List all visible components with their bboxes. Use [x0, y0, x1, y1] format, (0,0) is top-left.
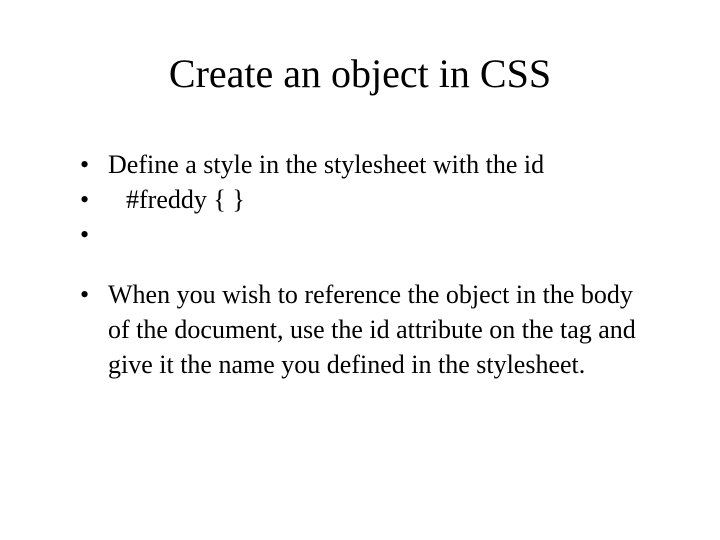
- slide-title: Create an object in CSS: [60, 50, 660, 97]
- bullet-text: Define a style in the stylesheet with th…: [108, 150, 544, 179]
- bullet-text: #freddy { }: [108, 182, 245, 217]
- bullet-item-2: #freddy { }: [80, 182, 660, 217]
- bullet-item-3: When you wish to reference the object in…: [80, 277, 660, 382]
- bullet-item-1: Define a style in the stylesheet with th…: [80, 147, 660, 182]
- bullet-list: Define a style in the stylesheet with th…: [60, 147, 660, 382]
- bullet-text: When you wish to reference the object in…: [108, 280, 636, 379]
- bullet-spacer: [80, 217, 660, 277]
